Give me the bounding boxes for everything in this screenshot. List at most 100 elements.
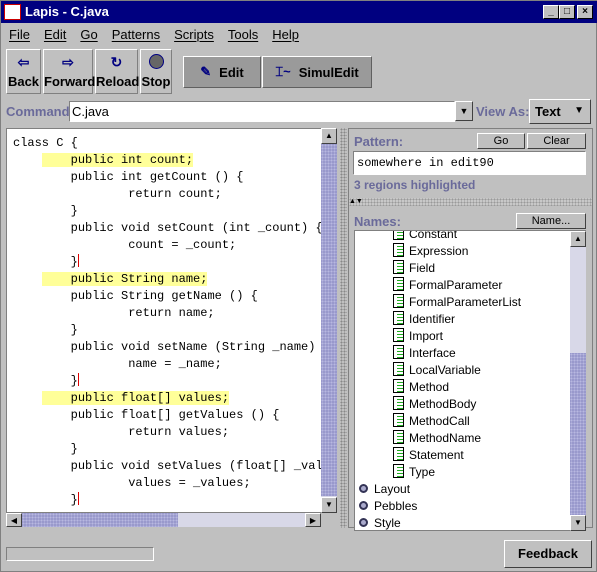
- expand-toggle-icon[interactable]: [359, 501, 368, 510]
- document-icon: [393, 260, 404, 274]
- document-icon: [393, 447, 404, 461]
- edit-label: Edit: [219, 64, 244, 80]
- tree-item-label: Type: [409, 465, 436, 479]
- code-line: public void setName (String _name) {: [13, 339, 321, 356]
- close-button[interactable]: ×: [577, 5, 593, 19]
- tree-item[interactable]: Expression: [359, 243, 521, 260]
- forward-button[interactable]: ⇨ Forward: [43, 49, 95, 94]
- code-editor[interactable]: class C { public int count; public int g…: [6, 128, 322, 513]
- tree-item[interactable]: Identifier: [359, 311, 521, 328]
- menu-go[interactable]: Go: [80, 27, 97, 42]
- names-label: Names:: [354, 214, 401, 229]
- tree-group[interactable]: Layout: [359, 481, 521, 498]
- menu-scripts[interactable]: Scripts: [174, 27, 214, 42]
- names-scroll-down[interactable]: ▼: [570, 515, 586, 531]
- menu-tools[interactable]: Tools: [228, 27, 258, 42]
- tree-group[interactable]: Style: [359, 515, 521, 530]
- tree-item[interactable]: MethodName: [359, 430, 521, 447]
- tree-item[interactable]: Import: [359, 328, 521, 345]
- stop-button[interactable]: Stop: [140, 49, 172, 94]
- code-line: public float[] getValues () {: [13, 407, 321, 424]
- code-text: return count;: [70, 187, 222, 201]
- menu-file[interactable]: File: [9, 27, 30, 42]
- tree-item[interactable]: MethodBody: [359, 396, 521, 413]
- reload-button[interactable]: ↻ Reload: [95, 49, 139, 94]
- command-input[interactable]: C.java: [69, 101, 455, 122]
- tree-item-label: MethodName: [409, 431, 482, 445]
- feedback-button[interactable]: Feedback: [504, 540, 592, 568]
- code-line: }: [13, 203, 321, 220]
- go-button[interactable]: Go: [477, 133, 525, 149]
- code-vertical-scrollbar[interactable]: ▲ ▼: [321, 128, 337, 513]
- simuledit-mode-button[interactable]: ⌶~ SimulEdit: [262, 56, 372, 88]
- tree-group-label: Layout: [374, 482, 411, 496]
- back-button[interactable]: ⇦ Back: [6, 49, 41, 94]
- code-text: return name;: [70, 306, 215, 320]
- tree-item[interactable]: Constant: [359, 231, 521, 243]
- names-scroll-thumb[interactable]: [570, 353, 586, 515]
- split-divider[interactable]: [340, 128, 347, 528]
- simuledit-label: SimulEdit: [298, 64, 359, 80]
- view-as-select[interactable]: Text ▼: [529, 99, 591, 124]
- tree-item[interactable]: MethodCall: [359, 413, 521, 430]
- reload-icon: ↻: [110, 54, 123, 70]
- chevron-down-icon: ▼: [574, 105, 584, 116]
- names-tree[interactable]: Constant Expression Field FormalParameter Fo…: [354, 230, 586, 531]
- tree-item[interactable]: FormalParameter: [359, 277, 521, 294]
- name-button-label: Name...: [531, 215, 571, 227]
- menu-help[interactable]: Help: [272, 27, 299, 42]
- code-line: values = _values;: [13, 475, 321, 492]
- scroll-thumb[interactable]: [321, 144, 337, 496]
- edit-mode-button[interactable]: ✎ Edit: [183, 56, 261, 88]
- menu-patterns[interactable]: Patterns: [112, 27, 160, 42]
- expand-toggle-icon[interactable]: [359, 484, 368, 493]
- tree-item-label: Statement: [409, 448, 464, 462]
- clear-button[interactable]: Clear: [527, 133, 586, 149]
- document-icon: [393, 396, 404, 410]
- command-history-dropdown[interactable]: ▼: [455, 101, 473, 121]
- code-horizontal-scrollbar[interactable]: ◀ ▶: [6, 513, 321, 527]
- names-scrollbar[interactable]: ▲ ▼: [570, 231, 586, 531]
- scroll-right-button[interactable]: ▶: [305, 513, 321, 527]
- pane-splitter[interactable]: ▲▼: [349, 198, 592, 206]
- menu-edit[interactable]: Edit: [44, 27, 66, 42]
- tree-item[interactable]: Type: [359, 464, 521, 481]
- expand-toggle-icon[interactable]: [359, 518, 368, 527]
- tree-group-label: Pebbles: [374, 499, 418, 513]
- window-title: Lapis - C.java: [25, 4, 109, 19]
- code-line: }: [13, 373, 321, 390]
- scroll-down-button[interactable]: ▼: [321, 497, 337, 513]
- h-scroll-thumb[interactable]: [22, 513, 178, 527]
- title-bar: Lapis - C.java: [1, 1, 597, 23]
- document-icon: [393, 345, 404, 359]
- tree-item-label: FormalParameter: [409, 278, 503, 292]
- tree-item-label: Import: [409, 329, 444, 343]
- back-label: Back: [7, 74, 40, 89]
- tree-group[interactable]: Pebbles: [359, 498, 521, 515]
- code-line: public int count;: [13, 152, 321, 169]
- highlighted-region: public String name;: [41, 272, 208, 286]
- tree-item[interactable]: Interface: [359, 345, 521, 362]
- tree-item[interactable]: Statement: [359, 447, 521, 464]
- code-line: }: [13, 441, 321, 458]
- names-scroll-up[interactable]: ▲: [570, 231, 586, 247]
- tree-item[interactable]: Field: [359, 260, 521, 277]
- minimize-button[interactable]: _: [543, 5, 559, 19]
- menu-bar: File Edit Go Patterns Scripts Tools Help: [9, 27, 299, 42]
- scroll-left-button[interactable]: ◀: [6, 513, 22, 527]
- tree-item-label: MethodBody: [409, 397, 477, 411]
- code-line: public float[] values;: [13, 390, 321, 407]
- code-text: name = _name;: [70, 357, 222, 371]
- name-button[interactable]: Name...: [516, 213, 586, 229]
- tree-item[interactable]: Method: [359, 379, 521, 396]
- tree-item[interactable]: LocalVariable: [359, 362, 521, 379]
- tree-item[interactable]: FormalParameterList: [359, 294, 521, 311]
- maximize-button[interactable]: □: [559, 5, 575, 19]
- tree-item-label: Identifier: [409, 312, 456, 326]
- pattern-label: Pattern:: [354, 134, 404, 149]
- pattern-input[interactable]: somewhere in edit90: [353, 151, 586, 175]
- tree-item-label: Field: [409, 261, 436, 275]
- code-text: public String getName () {: [41, 289, 258, 303]
- code-line: public void setValues (float[] _values): [13, 458, 321, 475]
- scroll-up-button[interactable]: ▲: [321, 128, 337, 144]
